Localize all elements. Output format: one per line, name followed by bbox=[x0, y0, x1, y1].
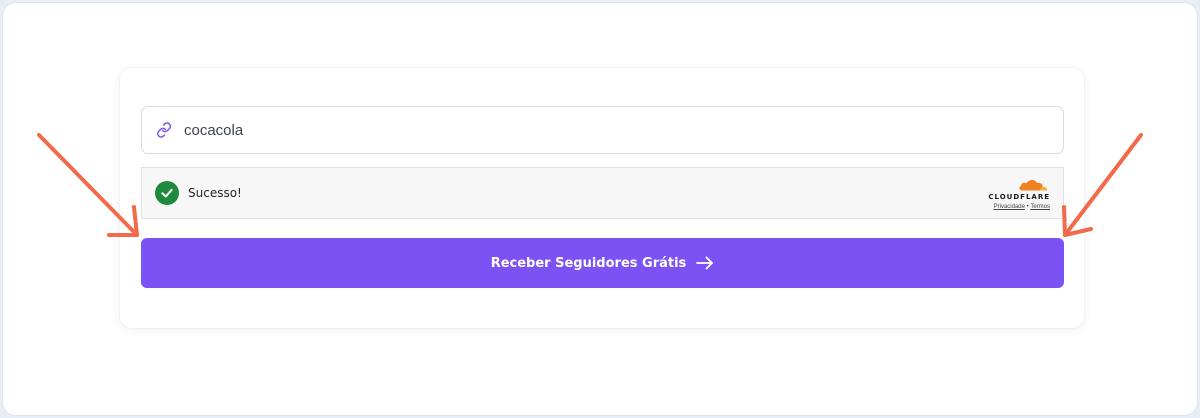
username-input-wrapper[interactable] bbox=[141, 106, 1064, 154]
cloudflare-brand: CLOUDFLARE Privacidade • Termos bbox=[988, 177, 1050, 210]
receive-followers-label: Receber Seguidores Grátis bbox=[490, 255, 687, 271]
form-card: Sucesso! CLOUDFLARE Privacidade • Termos… bbox=[120, 68, 1084, 328]
link-icon bbox=[156, 122, 172, 138]
privacy-link[interactable]: Privacidade bbox=[994, 204, 1025, 210]
left-annotation-arrow-icon bbox=[37, 133, 139, 237]
cloudflare-turnstile-widget: Sucesso! CLOUDFLARE Privacidade • Termos bbox=[141, 167, 1064, 219]
username-input[interactable] bbox=[184, 115, 1044, 145]
cloudflare-links: Privacidade • Termos bbox=[994, 204, 1050, 210]
links-separator: • bbox=[1026, 204, 1029, 210]
page-frame: Sucesso! CLOUDFLARE Privacidade • Termos… bbox=[2, 2, 1198, 416]
cloudflare-logo-text: CLOUDFLARE bbox=[988, 193, 1050, 201]
right-annotation-arrow-icon bbox=[1062, 133, 1143, 237]
check-circle-icon bbox=[155, 181, 179, 205]
cloudflare-cloud-icon bbox=[1019, 180, 1048, 191]
captcha-status-text: Sucesso! bbox=[188, 186, 242, 200]
receive-followers-button[interactable]: Receber Seguidores Grátis bbox=[141, 238, 1064, 288]
arrow-right-icon bbox=[696, 256, 714, 270]
terms-link[interactable]: Termos bbox=[1030, 204, 1050, 210]
